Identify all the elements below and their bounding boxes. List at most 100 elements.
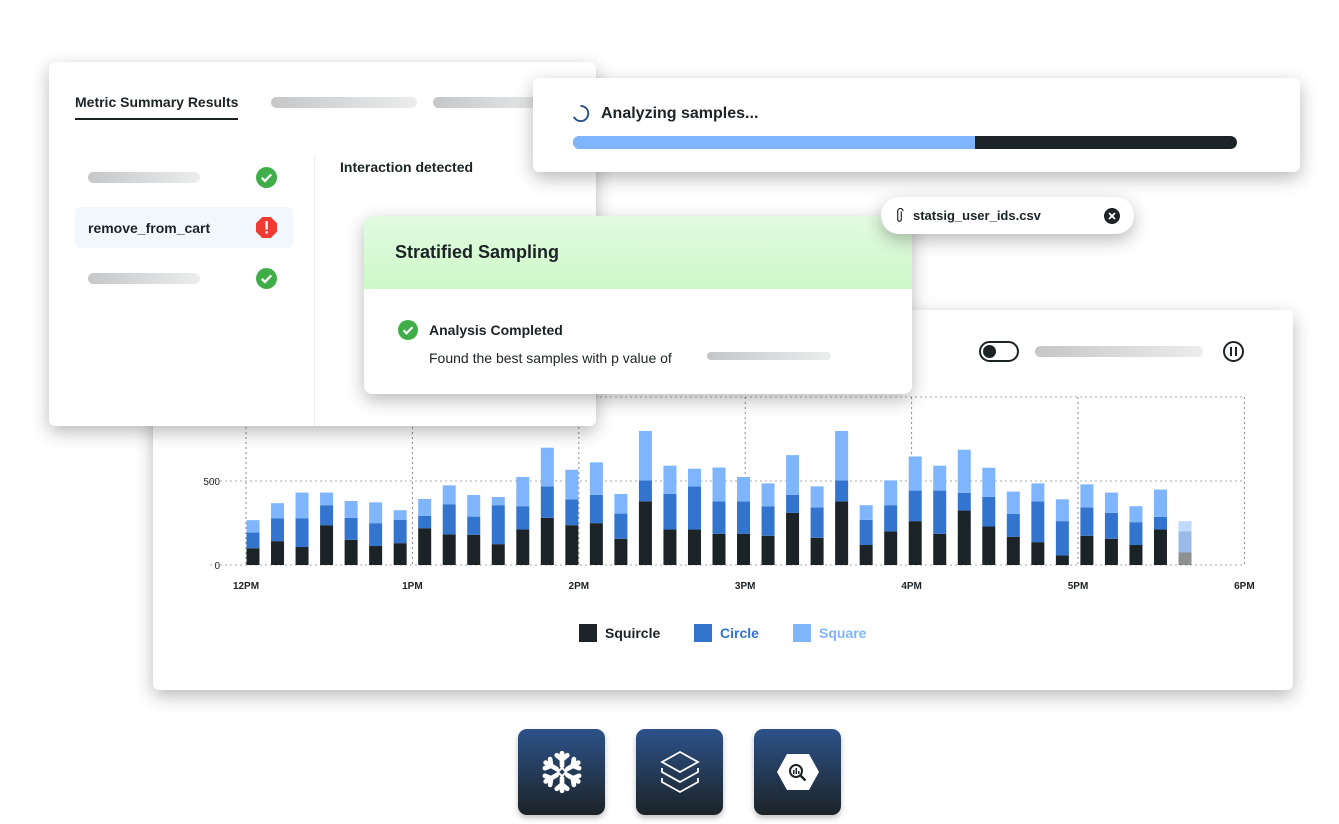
tab-metric-summary[interactable]: Metric Summary Results	[75, 94, 239, 120]
bar-circle	[1104, 512, 1118, 539]
bar-square	[491, 496, 505, 506]
bar-square	[663, 465, 677, 494]
legend-swatch	[793, 624, 811, 642]
bar-squircle	[884, 531, 898, 565]
bar-square	[1104, 492, 1118, 513]
bar-circle	[369, 523, 383, 547]
bigquery-icon	[776, 754, 819, 790]
bar-square	[761, 483, 775, 507]
y-tick-label: 500	[203, 477, 220, 488]
list-item-label: remove_from_cart	[88, 219, 211, 236]
bar-circle	[246, 532, 260, 549]
snowflake-icon	[539, 750, 585, 795]
bar-squircle	[1031, 542, 1045, 565]
databricks-connector[interactable]	[636, 729, 723, 815]
legend-square[interactable]: Square	[793, 624, 866, 642]
bar-circle	[1129, 522, 1143, 546]
bar-circle	[884, 505, 898, 532]
bar-squircle	[1055, 555, 1069, 565]
bar-circle	[271, 518, 285, 542]
bar-squircle	[933, 533, 947, 565]
bar-square	[687, 468, 701, 487]
bar-square	[835, 430, 849, 481]
bar-squircle	[786, 512, 800, 565]
bar-squircle	[589, 523, 603, 565]
legend-swatch	[579, 624, 597, 642]
bar-square	[712, 467, 726, 502]
bar-square	[467, 494, 481, 517]
list-item-remove-from-cart[interactable]: remove_from_cart	[75, 207, 293, 248]
bar-square	[271, 503, 285, 519]
databricks-icon	[659, 750, 700, 794]
bar-circle	[712, 501, 726, 534]
bar-square	[565, 469, 579, 500]
bar-squircle	[1006, 536, 1020, 565]
bar-square	[859, 505, 873, 520]
alert-octagon-icon	[256, 217, 277, 238]
bar-squircle	[467, 534, 481, 565]
bar-circle	[565, 499, 579, 526]
bar-circle	[393, 519, 407, 544]
card-header: Stratified Sampling	[364, 216, 912, 289]
x-tick-label: 5PM	[1068, 581, 1089, 592]
bar-circle	[418, 515, 432, 529]
bar-circle	[1031, 501, 1045, 543]
list-item[interactable]	[75, 258, 293, 299]
bar-square	[246, 520, 260, 533]
bar-square	[589, 462, 603, 495]
bar-square	[884, 480, 898, 506]
legend-squircle[interactable]: Squircle	[579, 624, 660, 642]
bar-circle	[982, 496, 996, 527]
bar-square	[1031, 483, 1045, 502]
bar-squircle	[369, 546, 383, 565]
bar-square	[1178, 521, 1192, 532]
bar-circle	[442, 504, 456, 535]
progress-fill	[573, 136, 975, 149]
bar-squircle	[344, 539, 358, 565]
analyzing-title: Analyzing samples...	[601, 105, 759, 122]
file-chip[interactable]: statsig_user_ids.csv	[881, 197, 1134, 234]
bar-squircle	[246, 548, 260, 565]
placeholder-bar	[88, 172, 200, 183]
bar-square	[540, 447, 554, 487]
bar-squircle	[540, 517, 554, 565]
bar-square	[1153, 489, 1167, 517]
bar-square	[369, 502, 383, 524]
snowflake-connector[interactable]	[518, 729, 605, 815]
bar-circle	[810, 507, 824, 538]
card-title: Stratified Sampling	[395, 242, 560, 262]
bar-squircle	[442, 534, 456, 565]
bar-squircle	[491, 544, 505, 565]
legend-circle[interactable]: Circle	[694, 624, 759, 642]
bar-square	[737, 476, 751, 502]
close-circle-icon[interactable]	[1104, 207, 1120, 224]
divider	[314, 157, 315, 426]
spinner-icon	[572, 104, 590, 123]
y-tick-label: 0	[214, 561, 220, 572]
legend-label: Circle	[720, 625, 759, 641]
bar-squircle	[1129, 545, 1143, 565]
bar-squircle	[712, 533, 726, 565]
bar-circle	[663, 493, 677, 530]
tab-placeholder[interactable]	[271, 97, 417, 108]
stratified-sampling-card: Stratified Sampling Analysis Completed F…	[364, 216, 912, 394]
x-tick-label: 12PM	[233, 581, 259, 592]
bar-squircle	[1153, 529, 1167, 565]
bar-circle	[320, 505, 334, 526]
bar-circle	[589, 494, 603, 524]
bar-square	[957, 449, 971, 493]
check-circle-icon	[398, 320, 418, 340]
bar-circle	[1055, 521, 1069, 556]
bigquery-connector[interactable]	[754, 729, 841, 815]
bar-circle	[687, 486, 701, 530]
bar-squircle	[982, 526, 996, 565]
bar-squircle	[565, 525, 579, 565]
legend-swatch	[694, 624, 712, 642]
bar-squircle	[1104, 538, 1118, 565]
list-item[interactable]	[75, 157, 293, 198]
bar-circle	[344, 517, 358, 540]
progress-bar	[573, 136, 1237, 149]
bar-circle	[1080, 507, 1094, 536]
bar-square	[344, 500, 358, 518]
bar-square	[516, 476, 530, 507]
